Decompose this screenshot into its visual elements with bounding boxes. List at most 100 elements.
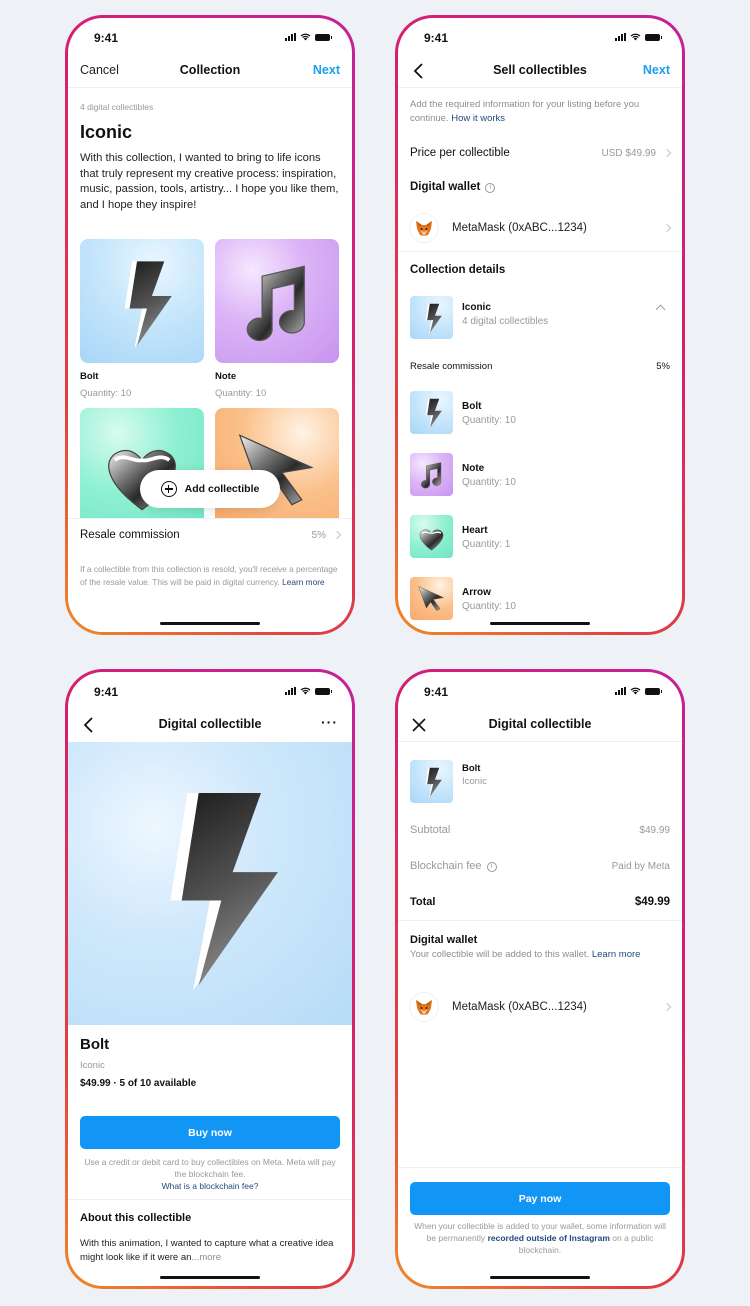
item-name: Note	[462, 463, 485, 474]
card-quantity: Quantity: 10	[80, 388, 132, 399]
total-value: $49.99	[634, 896, 670, 908]
collection-details-heading: Collection details	[410, 264, 506, 276]
listing-intro: Add the required information for your li…	[410, 99, 640, 124]
card-name: Bolt	[80, 371, 99, 382]
status-bar: 9:41	[398, 672, 682, 712]
info-icon[interactable]: i	[485, 183, 496, 193]
collectible-count: 4 digital collectibles	[80, 102, 154, 112]
status-time: 9:41	[94, 685, 119, 699]
signal-icon	[285, 33, 296, 41]
collection-count: 4 digital collectibles	[462, 316, 549, 327]
learn-more-link[interactable]: Learn more	[592, 949, 641, 960]
chevron-up-icon[interactable]	[655, 304, 666, 315]
price-label: Price per collectible	[410, 147, 510, 159]
resale-commission-row[interactable]: Resale commission 5%	[80, 529, 342, 541]
recorded-outside-link[interactable]: recorded outside of Instagram	[488, 1233, 610, 1243]
metamask-fox-icon	[410, 993, 438, 1021]
battery-icon	[315, 33, 332, 41]
pay-now-button[interactable]: Pay now	[410, 1182, 670, 1215]
page-title: Sell collectibles	[493, 63, 587, 77]
home-indicator	[490, 1276, 590, 1279]
item-qty: Quantity: 1	[462, 539, 511, 550]
item-thumb	[410, 453, 453, 496]
wifi-icon	[630, 33, 641, 41]
how-it-works-link[interactable]: How it works	[451, 113, 505, 124]
card-quantity: Quantity: 10	[215, 388, 267, 399]
wallet-row[interactable]: MetaMask (0xABC...1234)	[410, 211, 672, 245]
nav-bar: Sell collectibles Next	[398, 56, 682, 88]
digital-wallet-heading: Digital wallet i	[410, 181, 496, 193]
next-button[interactable]: Next	[313, 63, 340, 77]
wallet-name: MetaMask (0xABC...1234)	[452, 1001, 587, 1013]
plus-circle-icon	[160, 481, 177, 497]
collectible-card-note[interactable]	[215, 239, 339, 363]
nav-bar: Cancel Collection Next	[68, 56, 352, 88]
collection-screen: 9:41 Cancel Collection Next 4 digital co…	[68, 18, 352, 632]
chevron-right-icon	[662, 223, 672, 233]
resale-fineprint: If a collectible from this collection is…	[80, 564, 338, 587]
collectible-detail-screen: 9:41 Digital collectible ··· Bolt Iconic…	[68, 672, 352, 1286]
bolt-icon	[410, 296, 453, 339]
battery-icon	[645, 687, 662, 695]
item-collection: Iconic	[462, 776, 487, 787]
wifi-icon	[300, 33, 311, 41]
blockchain-fee-value: Paid by Meta	[611, 861, 670, 872]
info-icon[interactable]: i	[486, 862, 497, 872]
wallet-note: Your collectible will be added to this w…	[410, 949, 641, 960]
phone-collection: 9:41 Cancel Collection Next 4 digital co…	[65, 15, 355, 635]
learn-more-link[interactable]: Learn more	[282, 577, 324, 587]
home-indicator	[160, 622, 260, 625]
home-indicator	[490, 622, 590, 625]
music-note-icon	[410, 453, 453, 496]
about-heading: About this collectible	[80, 1212, 192, 1224]
chevron-right-icon	[662, 1002, 672, 1012]
next-button[interactable]: Next	[643, 63, 670, 77]
add-collectible-button[interactable]: Add collectible	[140, 470, 280, 508]
status-time: 9:41	[424, 685, 449, 699]
price-availability: $49.99 · 5 of 10 available	[80, 1078, 197, 1089]
signal-icon	[285, 687, 296, 695]
music-note-icon	[215, 239, 339, 363]
close-icon[interactable]	[410, 716, 428, 734]
resale-label: Resale commission	[410, 361, 493, 372]
more-options-icon[interactable]: ···	[321, 714, 338, 730]
collection-description: With this collection, I wanted to bring …	[80, 152, 339, 211]
chevron-right-icon	[662, 148, 672, 157]
item-name: Heart	[462, 525, 488, 536]
arrow-cursor-icon	[410, 577, 453, 620]
status-bar: 9:41	[68, 672, 352, 712]
resale-value: 5%	[311, 529, 326, 541]
item-thumb	[410, 760, 453, 803]
buy-note: Use a credit or debit card to buy collec…	[84, 1157, 336, 1192]
item-name: Arrow	[462, 587, 491, 598]
subtotal-value: $49.99	[639, 825, 670, 836]
collectible-card-bolt[interactable]	[80, 239, 204, 363]
phone-sell-collectibles: 9:41 Sell collectibles Next Add the requ…	[395, 15, 685, 635]
wallet-row[interactable]: MetaMask (0xABC...1234)	[410, 990, 672, 1024]
buy-now-button[interactable]: Buy now	[80, 1116, 340, 1149]
status-time: 9:41	[424, 31, 449, 45]
cancel-button[interactable]: Cancel	[80, 63, 119, 77]
resale-section: Resale commission 5% If a collectible fr…	[68, 518, 352, 632]
blockchain-fee-link[interactable]: What is a blockchain fee?	[84, 1180, 336, 1192]
phone-checkout: 9:41 Digital collectible Bolt Iconic Sub…	[395, 669, 685, 1289]
item-thumb	[410, 515, 453, 558]
item-qty: Quantity: 10	[462, 477, 516, 488]
bolt-icon	[410, 391, 453, 434]
collectible-name: Bolt	[80, 1036, 110, 1053]
metamask-fox-icon	[410, 214, 438, 242]
item-qty: Quantity: 10	[462, 601, 516, 612]
back-chevron-icon[interactable]	[80, 716, 98, 734]
more-link[interactable]: ...more	[191, 1252, 221, 1263]
page-title: Digital collectible	[158, 717, 262, 731]
home-indicator	[160, 1276, 260, 1279]
item-thumb	[410, 577, 453, 620]
bolt-icon	[410, 760, 453, 803]
about-text: With this animation, I wanted to capture…	[80, 1238, 334, 1263]
signal-icon	[615, 687, 626, 695]
resale-value: 5%	[656, 361, 670, 372]
back-chevron-icon[interactable]	[410, 62, 428, 80]
wifi-icon	[300, 687, 311, 695]
subtotal-label: Subtotal	[410, 824, 451, 836]
price-row[interactable]: Price per collectible USD $49.99	[410, 147, 672, 159]
